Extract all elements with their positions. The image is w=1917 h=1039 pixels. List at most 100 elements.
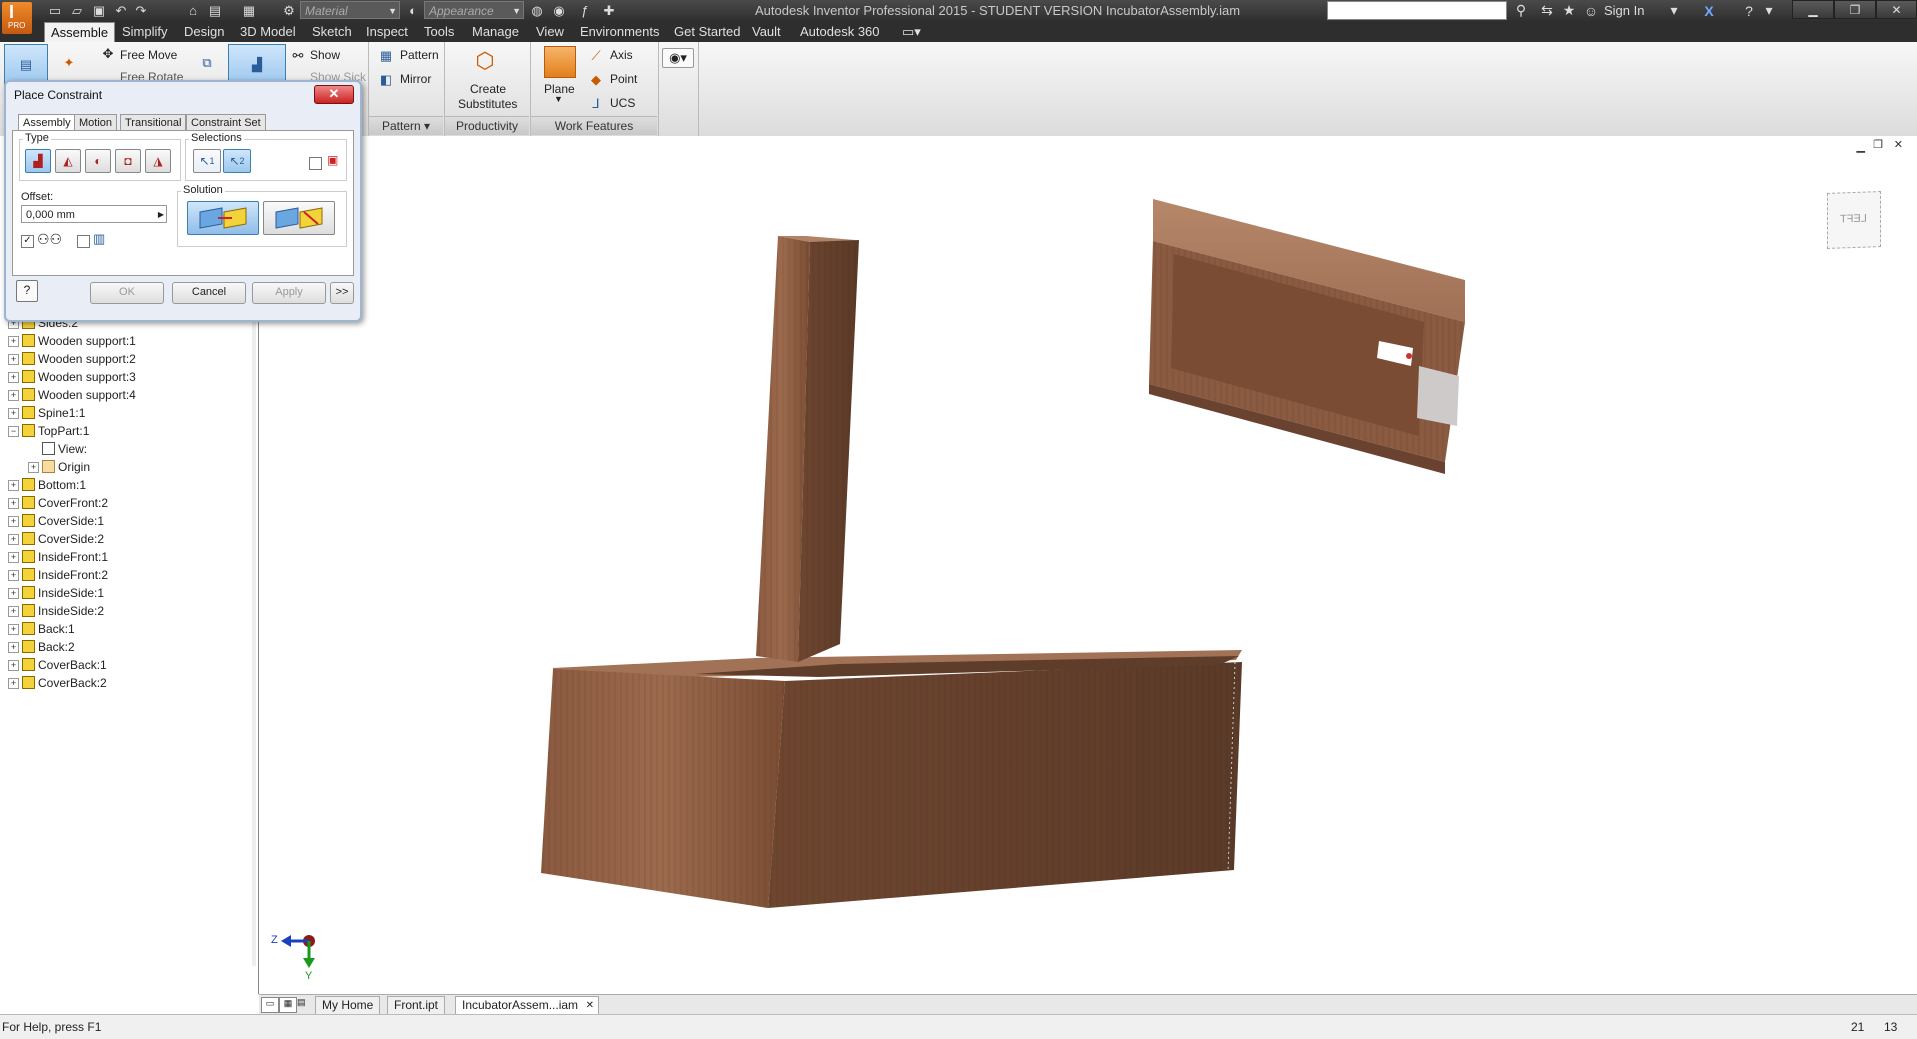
- tab-get-started[interactable]: Get Started: [668, 22, 746, 42]
- create-substitutes-line1[interactable]: Create: [470, 82, 506, 96]
- show-button[interactable]: Show: [310, 48, 340, 62]
- expand-icon[interactable]: +: [8, 624, 19, 635]
- plane-icon[interactable]: [544, 46, 576, 78]
- appearance-combo[interactable]: Appearance ▼: [424, 1, 524, 19]
- minimize-button[interactable]: ▁: [1792, 0, 1834, 19]
- create-substitutes-icon[interactable]: ⬡: [470, 46, 500, 76]
- pattern-icon[interactable]: ▦: [378, 48, 394, 64]
- first-click-checkbox[interactable]: [309, 157, 322, 170]
- mirror-button[interactable]: Mirror: [400, 72, 431, 86]
- help-icon[interactable]: ?: [16, 280, 38, 302]
- chevron-down-icon[interactable]: ▾: [1665, 2, 1683, 19]
- expand-icon[interactable]: +: [8, 498, 19, 509]
- expand-icon[interactable]: −: [8, 426, 19, 437]
- expand-icon[interactable]: +: [8, 678, 19, 689]
- flush-solution-button[interactable]: [263, 201, 335, 235]
- predict-offset-checkbox[interactable]: [77, 235, 90, 248]
- star-icon[interactable]: ★: [1560, 2, 1578, 19]
- doc-tab-incubator-assembly[interactable]: IncubatorAssem...iam ✕: [455, 996, 600, 1015]
- update-icon[interactable]: ⚙: [280, 2, 298, 19]
- offset-input[interactable]: 0,000 mm ▶: [21, 205, 167, 223]
- expand-icon[interactable]: +: [8, 642, 19, 653]
- ucs-icon[interactable]: ⅃: [588, 96, 604, 112]
- selection-2-button[interactable]: ↖ 2: [223, 149, 251, 173]
- measure-icon[interactable]: ✚: [600, 2, 618, 19]
- expand-icon[interactable]: +: [8, 552, 19, 563]
- ribbon-options-icon[interactable]: ▭▾: [896, 22, 927, 42]
- top-part[interactable]: [1149, 199, 1465, 474]
- expand-icon[interactable]: +: [8, 354, 19, 365]
- viewcube[interactable]: LEFT: [1827, 191, 1881, 249]
- expand-icon[interactable]: +: [28, 462, 39, 473]
- tab-vault[interactable]: Vault: [746, 22, 787, 42]
- chevron-down-icon[interactable]: ▾: [1760, 2, 1778, 19]
- tab-inspect[interactable]: Inspect: [360, 22, 414, 42]
- redo-icon[interactable]: ↷: [132, 2, 150, 19]
- tab-environments[interactable]: Environments: [574, 22, 665, 42]
- base-box-part[interactable]: [541, 650, 1242, 908]
- expand-icon[interactable]: +: [8, 372, 19, 383]
- expand-icon[interactable]: +: [8, 660, 19, 671]
- app-logo-icon[interactable]: PRO I: [2, 2, 32, 34]
- tab-autodesk-360[interactable]: Autodesk 360: [794, 22, 886, 42]
- mate-solution-button[interactable]: [187, 201, 259, 235]
- pattern-button[interactable]: Pattern: [400, 48, 439, 62]
- expand-icon[interactable]: +: [8, 408, 19, 419]
- mirror-icon[interactable]: ◧: [378, 72, 394, 88]
- cancel-button[interactable]: Cancel: [172, 282, 246, 304]
- maximize-button[interactable]: ❐: [1834, 0, 1876, 19]
- tab-design[interactable]: Design: [178, 22, 230, 42]
- help-icon[interactable]: ?: [1740, 2, 1758, 19]
- open-icon[interactable]: ▱: [68, 2, 86, 19]
- expand-icon[interactable]: +: [8, 336, 19, 347]
- tab-sketch[interactable]: Sketch: [306, 22, 358, 42]
- joint-icon[interactable]: ⧉: [190, 46, 224, 80]
- expand-icon[interactable]: +: [8, 390, 19, 401]
- tab-assemble[interactable]: Assemble: [44, 22, 116, 43]
- doc-tab-front[interactable]: Front.ipt: [387, 996, 446, 1015]
- expand-icon[interactable]: +: [8, 606, 19, 617]
- quick-access-dropdown[interactable]: ◉▾: [662, 48, 694, 68]
- tile-grid-icon[interactable]: ▦: [279, 997, 297, 1013]
- binoculars-icon[interactable]: ⚲: [1512, 2, 1530, 19]
- apply-button[interactable]: Apply: [252, 282, 326, 304]
- angle-constraint-icon[interactable]: ◭: [55, 149, 81, 173]
- expand-icon[interactable]: +: [8, 480, 19, 491]
- sign-in-link[interactable]: Sign In: [1604, 3, 1644, 18]
- model-scene[interactable]: [259, 136, 1917, 994]
- dialog-close-button[interactable]: ✕: [314, 85, 354, 104]
- tab-manage[interactable]: Manage: [466, 22, 525, 42]
- expand-icon[interactable]: +: [8, 588, 19, 599]
- tile-horizontal-icon[interactable]: ▭: [261, 997, 279, 1013]
- expand-icon[interactable]: +: [8, 570, 19, 581]
- point-button[interactable]: Point: [610, 72, 637, 86]
- tab-tools[interactable]: Tools: [418, 22, 460, 42]
- tab-simplify[interactable]: Simplify: [116, 22, 174, 42]
- more-button[interactable]: >>: [330, 282, 354, 304]
- ok-button[interactable]: OK: [90, 282, 164, 304]
- spine-post-part[interactable]: [756, 236, 859, 662]
- exchange-apps-icon[interactable]: X: [1700, 2, 1718, 19]
- pattern-panel-title[interactable]: Pattern ▾: [369, 116, 443, 135]
- graphics-viewport[interactable]: ▁ ❐ ✕ Z Y LEFT: [259, 136, 1917, 994]
- point-icon[interactable]: ◆: [588, 72, 604, 88]
- parameters-icon[interactable]: ƒ: [576, 2, 594, 19]
- new-icon[interactable]: ▭: [46, 2, 64, 19]
- show-icon[interactable]: ⚯: [290, 48, 306, 64]
- ucs-button[interactable]: UCS: [610, 96, 635, 110]
- free-move-button[interactable]: Free Move: [120, 48, 177, 62]
- tab-3d-model[interactable]: 3D Model: [234, 22, 302, 42]
- close-window-button[interactable]: ✕: [1876, 0, 1917, 19]
- insert-constraint-icon[interactable]: ◘: [115, 149, 141, 173]
- axis-icon[interactable]: ⟋: [588, 48, 604, 64]
- symmetry-constraint-icon[interactable]: ◮: [145, 149, 171, 173]
- free-move-icon[interactable]: ✥: [100, 46, 116, 62]
- axis-button[interactable]: Axis: [610, 48, 633, 62]
- pick-part-first-icon[interactable]: ▣: [327, 153, 343, 169]
- adjust-icon[interactable]: ◉: [550, 2, 568, 19]
- search-input[interactable]: [1327, 1, 1507, 20]
- create-substitutes-line2[interactable]: Substitutes: [458, 97, 517, 111]
- tangent-constraint-icon[interactable]: ◐: [85, 149, 111, 173]
- expand-icon[interactable]: +: [8, 516, 19, 527]
- browser-scrollbar[interactable]: [252, 306, 256, 966]
